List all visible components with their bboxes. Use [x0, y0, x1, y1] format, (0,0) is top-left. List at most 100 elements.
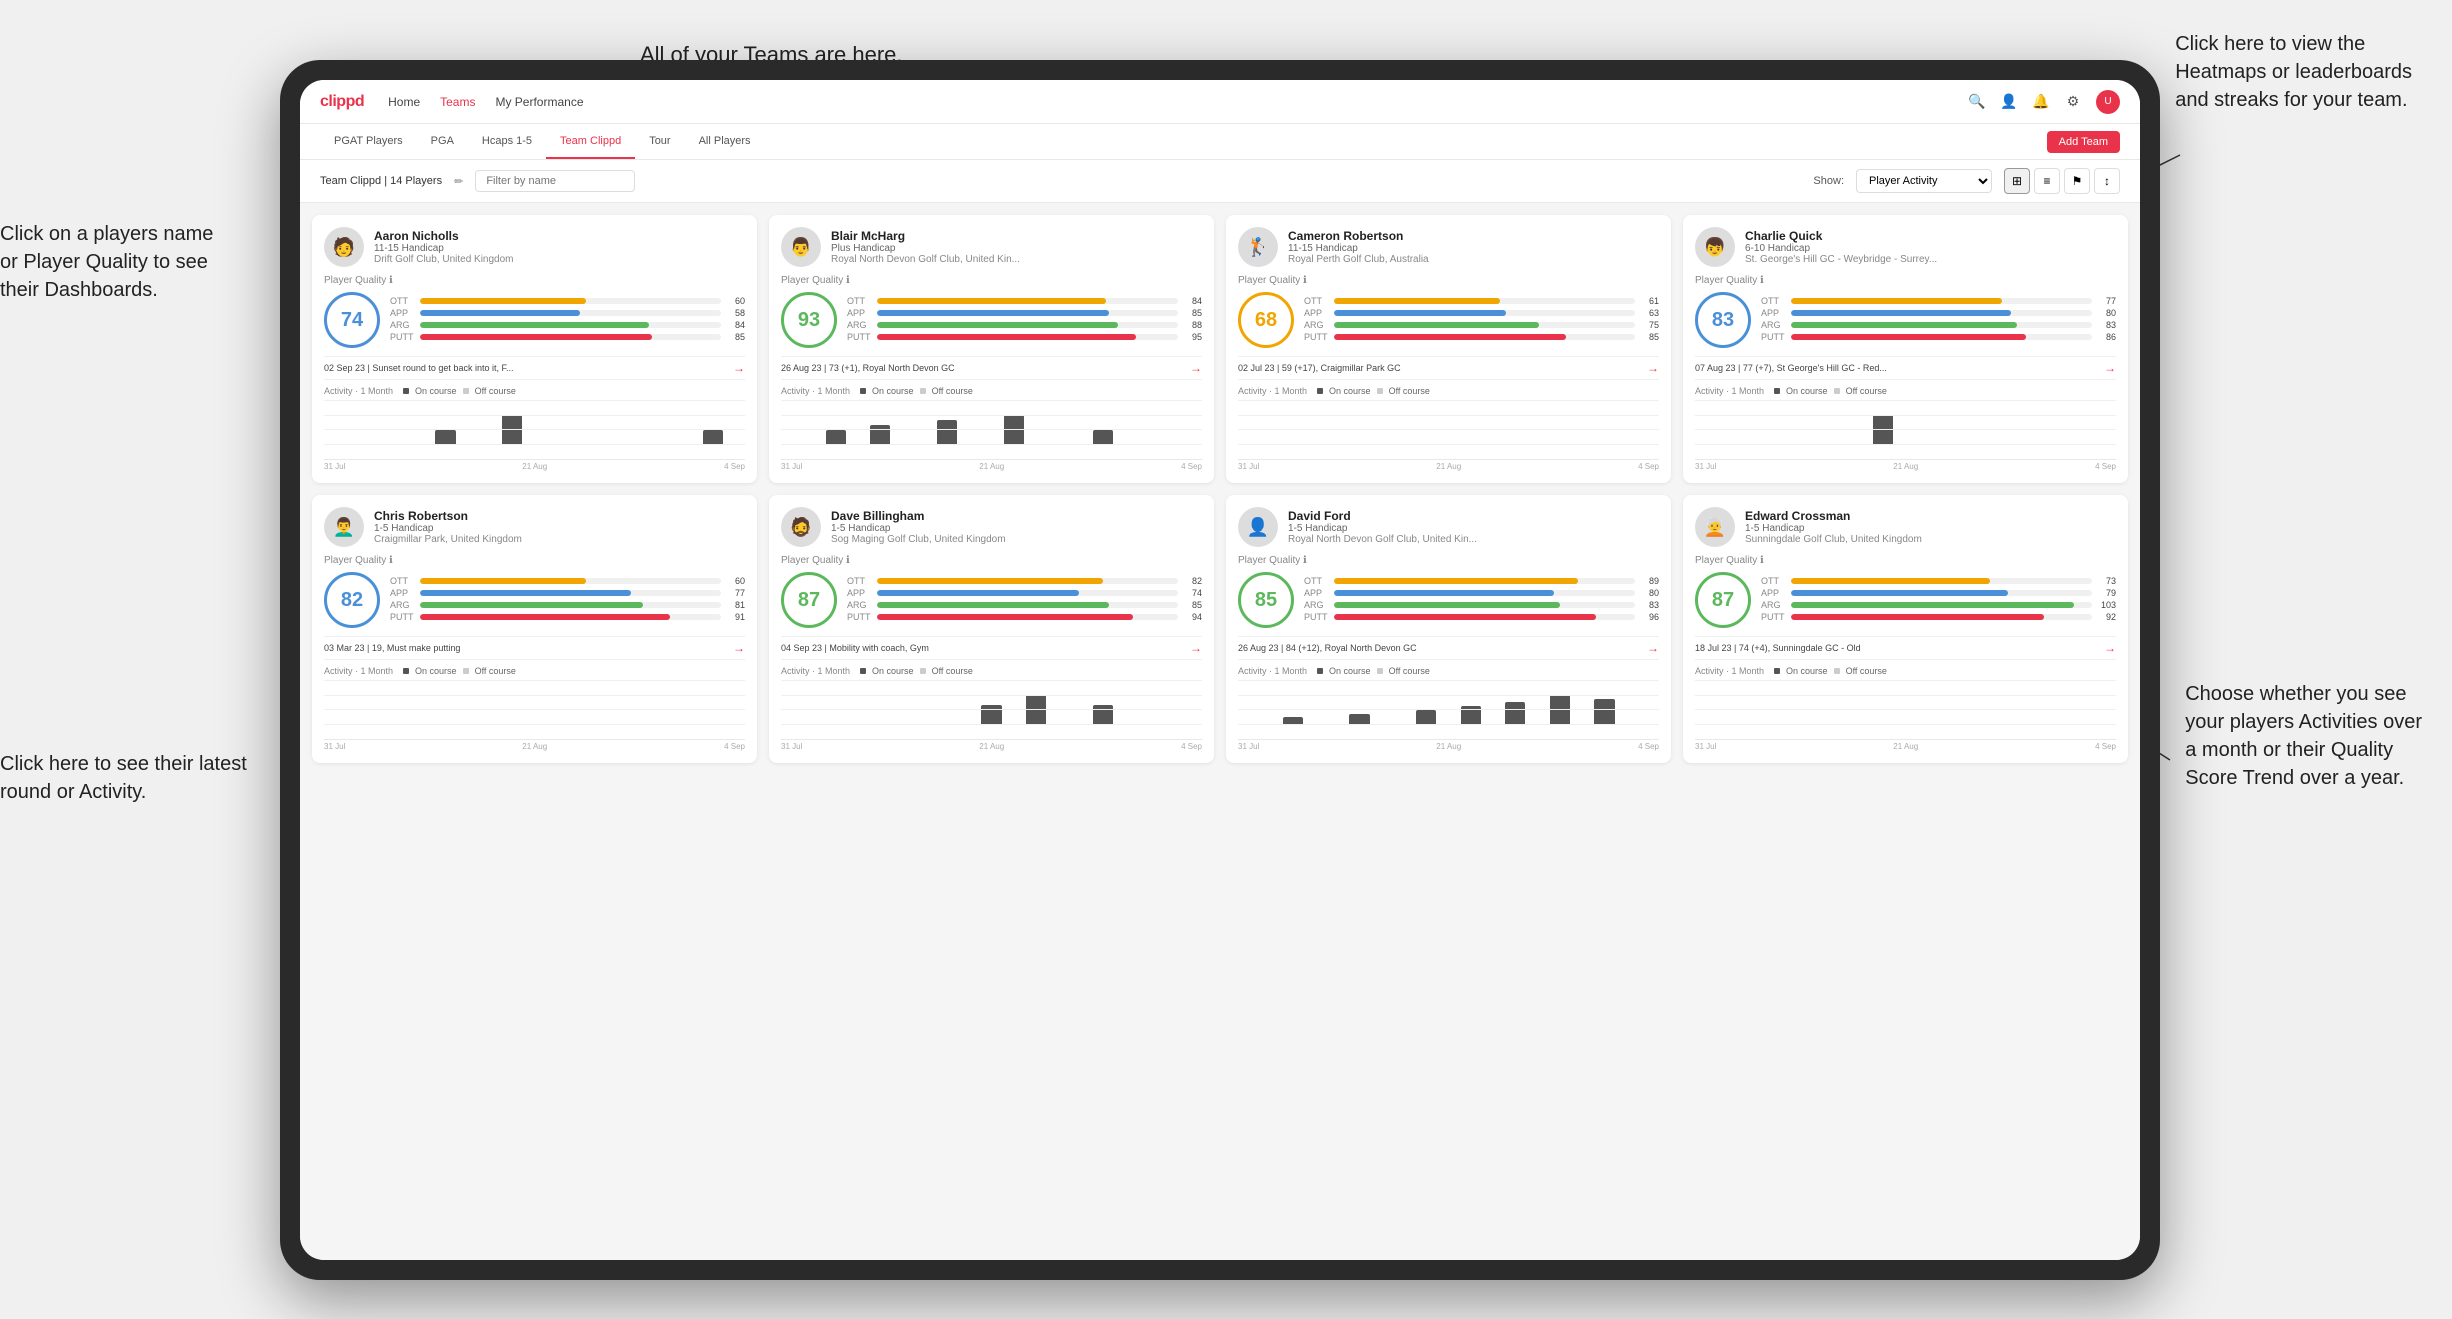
edit-icon[interactable]: ✏ [454, 175, 463, 188]
subnav-team-clippd[interactable]: Team Clippd [546, 124, 635, 159]
stat-value: 91 [725, 612, 745, 622]
stat-value: 80 [1639, 588, 1659, 598]
stat-value: 61 [1639, 296, 1659, 306]
quality-circle[interactable]: 93 [781, 292, 837, 348]
player-name[interactable]: Dave Billingham [831, 509, 1202, 523]
quality-section: 87 OTT 73 APP 79 ARG 10 [1695, 572, 2116, 628]
grid-view-button[interactable]: ⊞ [2004, 168, 2030, 194]
quality-circle[interactable]: 82 [324, 572, 380, 628]
quality-section: 68 OTT 61 APP 63 ARG 75 [1238, 292, 1659, 348]
stat-row: ARG 81 [390, 600, 745, 610]
subnav-pgat[interactable]: PGAT Players [320, 124, 417, 159]
quality-circle[interactable]: 83 [1695, 292, 1751, 348]
stat-bar [1334, 578, 1578, 584]
quality-label: Player Quality ℹ [324, 275, 745, 286]
add-team-button[interactable]: Add Team [2047, 131, 2120, 153]
round-arrow[interactable]: → [1190, 361, 1202, 375]
player-handicap: 11-15 Handicap [374, 243, 745, 254]
show-dropdown[interactable]: Player Activity Quality Score Trend [1856, 169, 1992, 193]
x-label-start: 31 Jul [1238, 462, 1259, 471]
quality-circle[interactable]: 74 [324, 292, 380, 348]
stat-bar [420, 334, 652, 340]
subnav-hcaps[interactable]: Hcaps 1-5 [468, 124, 546, 159]
quality-circle[interactable]: 85 [1238, 572, 1294, 628]
round-text: 02 Jul 23 | 59 (+17), Craigmillar Park G… [1238, 363, 1647, 373]
y-line [781, 724, 1202, 725]
subnav-pga[interactable]: PGA [417, 124, 468, 159]
player-header: 👨 Blair McHarg Plus Handicap Royal North… [781, 227, 1202, 267]
round-arrow[interactable]: → [733, 361, 745, 375]
user-avatar[interactable]: U [2096, 90, 2120, 114]
player-avatar: 👨 [781, 227, 821, 267]
stat-label: PUTT [390, 612, 416, 622]
round-arrow[interactable]: → [1647, 361, 1659, 375]
y-line [1695, 724, 2116, 725]
profile-icon[interactable]: 👤 [2000, 93, 2018, 111]
round-arrow[interactable]: → [733, 641, 745, 655]
subnav-tour[interactable]: Tour [635, 124, 684, 159]
y-line [781, 429, 1202, 430]
round-arrow[interactable]: → [2104, 361, 2116, 375]
stat-bar [1334, 310, 1506, 316]
round-arrow[interactable]: → [1190, 641, 1202, 655]
filter-button[interactable]: ⚑ [2064, 168, 2090, 194]
stat-bar-container [1334, 614, 1635, 620]
y-lines [1238, 680, 1659, 725]
x-label-start: 31 Jul [781, 742, 802, 751]
player-name[interactable]: Aaron Nicholls [374, 229, 745, 243]
nav-icons: 🔍 👤 🔔 ⚙ U [1968, 90, 2120, 114]
player-name[interactable]: Chris Robertson [374, 509, 745, 523]
round-arrow[interactable]: → [2104, 641, 2116, 655]
search-icon[interactable]: 🔍 [1968, 93, 1986, 111]
player-avatar: 👦 [1695, 227, 1735, 267]
quality-label: Player Quality ℹ [1695, 555, 2116, 566]
stat-label: PUTT [1761, 612, 1787, 622]
player-name[interactable]: Cameron Robertson [1288, 229, 1659, 243]
nav-home[interactable]: Home [388, 95, 420, 109]
stats-grid: OTT 82 APP 74 ARG 85 PU [847, 576, 1202, 624]
bell-icon[interactable]: 🔔 [2032, 93, 2050, 111]
y-line [781, 444, 1202, 445]
player-card: 👨 Blair McHarg Plus Handicap Royal North… [769, 215, 1214, 483]
stats-grid: OTT 60 APP 58 ARG 84 PU [390, 296, 745, 344]
player-name[interactable]: Blair McHarg [831, 229, 1202, 243]
quality-circle[interactable]: 68 [1238, 292, 1294, 348]
stat-row: OTT 77 [1761, 296, 2116, 306]
subnav-all-players[interactable]: All Players [685, 124, 765, 159]
stat-bar-container [1791, 614, 2092, 620]
player-name[interactable]: Charlie Quick [1745, 229, 2116, 243]
round-arrow[interactable]: → [1647, 641, 1659, 655]
list-view-button[interactable]: ≡ [2034, 168, 2060, 194]
activity-period: Activity · 1 Month [1695, 666, 1764, 676]
y-line [1695, 400, 2116, 401]
nav-my-performance[interactable]: My Performance [495, 95, 583, 109]
round-text: 26 Aug 23 | 73 (+1), Royal North Devon G… [781, 363, 1190, 373]
y-line [324, 444, 745, 445]
stat-bar-container [877, 334, 1178, 340]
latest-round: 02 Jul 23 | 59 (+17), Craigmillar Park G… [1238, 356, 1659, 380]
chart-x-labels: 31 Jul 21 Aug 4 Sep [1695, 462, 2116, 471]
activity-period: Activity · 1 Month [1238, 386, 1307, 396]
activity-header: Activity · 1 Month On course Off course [1238, 666, 1659, 676]
quality-circle[interactable]: 87 [1695, 572, 1751, 628]
y-line [1238, 429, 1659, 430]
stat-label: APP [1761, 588, 1787, 598]
player-card: 🧔 Dave Billingham 1-5 Handicap Sog Magin… [769, 495, 1214, 763]
y-line [324, 724, 745, 725]
player-info: Cameron Robertson 11-15 Handicap Royal P… [1288, 229, 1659, 265]
quality-circle[interactable]: 87 [781, 572, 837, 628]
stat-row: ARG 83 [1761, 320, 2116, 330]
y-line [1695, 444, 2116, 445]
x-label-mid: 21 Aug [1436, 742, 1461, 751]
search-input[interactable] [475, 170, 635, 192]
activity-legend: On course Off course [403, 666, 516, 676]
settings-icon[interactable]: ⚙ [2064, 93, 2082, 111]
stat-label: APP [847, 308, 873, 318]
stat-row: APP 74 [847, 588, 1202, 598]
sort-button[interactable]: ↕ [2094, 168, 2120, 194]
player-name[interactable]: Edward Crossman [1745, 509, 2116, 523]
stat-row: ARG 83 [1304, 600, 1659, 610]
player-name[interactable]: David Ford [1288, 509, 1659, 523]
stat-label: ARG [1761, 320, 1787, 330]
nav-teams[interactable]: Teams [440, 95, 475, 109]
